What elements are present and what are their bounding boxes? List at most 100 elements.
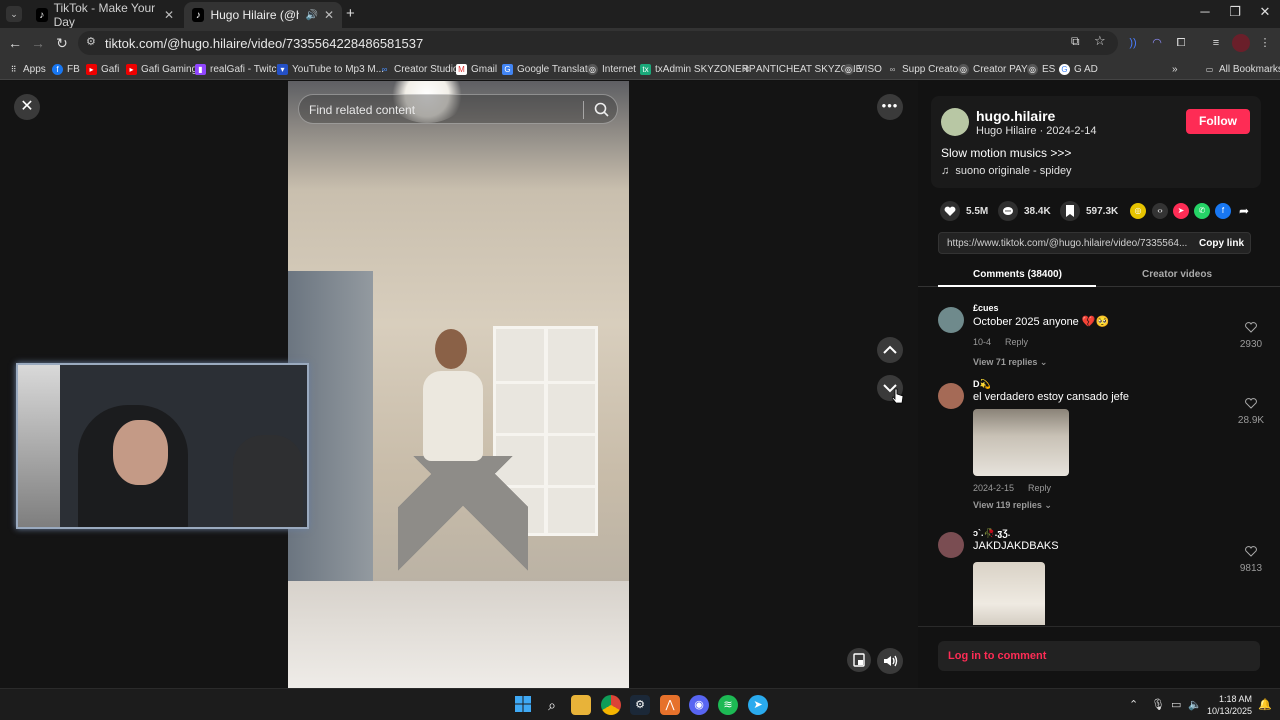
- close-video-button[interactable]: ✕: [14, 94, 40, 120]
- telegram-icon[interactable]: ➤: [748, 695, 768, 715]
- search-icon[interactable]: [593, 101, 611, 119]
- minimize-button[interactable]: ─: [1190, 4, 1220, 24]
- install-app-icon[interactable]: ⧉: [1071, 34, 1080, 49]
- view-replies-button[interactable]: View 71 replies ⌄: [973, 357, 1047, 368]
- bookmark-gafi-gaming[interactable]: ▸ Gafi Gaming: [126, 61, 197, 77]
- send-share-icon[interactable]: ➤: [1173, 203, 1189, 219]
- copy-link-button[interactable]: Copy link: [1199, 238, 1244, 249]
- notification-bell-icon[interactable]: 🔔: [1258, 698, 1272, 711]
- creator-avatar[interactable]: [941, 108, 969, 136]
- discord-icon[interactable]: ◉: [689, 695, 709, 715]
- reading-list-icon[interactable]: ≡: [1207, 34, 1225, 52]
- tab-tiktok-home[interactable]: ♪ TikTok - Make Your Day ✕: [28, 1, 182, 29]
- volume-icon[interactable]: 🔈: [1188, 698, 1202, 711]
- menu-dots-icon[interactable]: ⋮: [1256, 34, 1274, 52]
- bookmark-gmail[interactable]: M Gmail: [456, 61, 497, 77]
- sound-link[interactable]: ♫ suono originale - spidey: [941, 165, 1072, 177]
- file-explorer-icon[interactable]: [571, 695, 591, 715]
- tab-comments[interactable]: Comments (38400): [973, 269, 1062, 280]
- network-icon[interactable]: ▭: [1171, 698, 1181, 711]
- bookmark-google-translate[interactable]: G Google Translate: [502, 61, 593, 77]
- related-search-box[interactable]: Find related content: [298, 94, 618, 124]
- bookmark-gafi[interactable]: ▸ Gafi: [86, 61, 119, 77]
- search-icon[interactable]: ⌕: [542, 695, 562, 715]
- reply-button[interactable]: Reply: [1028, 483, 1051, 493]
- embed-code-icon[interactable]: ‹›: [1152, 203, 1168, 219]
- comment-like[interactable]: 9813: [1236, 544, 1266, 574]
- bookmark-fb[interactable]: f FB: [52, 61, 80, 77]
- follow-button[interactable]: Follow: [1186, 109, 1250, 134]
- bookmark-es[interactable]: ◎ ES: [1027, 61, 1055, 77]
- login-to-comment-box[interactable]: Log in to comment: [938, 641, 1260, 671]
- bookmark-creator-studio[interactable]: ∞ Creator Studio: [379, 61, 459, 77]
- login-to-comment-link[interactable]: Log in to comment: [948, 650, 1046, 662]
- tray-overflow-chevron-icon[interactable]: ⌃: [1129, 698, 1138, 711]
- extensions-puzzle-icon[interactable]: ⧠: [1172, 34, 1190, 52]
- commenter-avatar[interactable]: [938, 307, 964, 333]
- speaker-icon[interactable]: 🔊: [305, 10, 317, 21]
- chrome-icon[interactable]: [601, 695, 621, 715]
- extension-icon[interactable]: )): [1124, 34, 1142, 52]
- tab-hugo-hilaire[interactable]: ♪ Hugo Hilaire (@hugo.hilaire 🔊 ✕: [184, 2, 342, 28]
- steam-icon[interactable]: ⚙: [630, 695, 650, 715]
- picture-in-picture-button[interactable]: [847, 648, 871, 672]
- facebook-share-icon[interactable]: f: [1215, 203, 1231, 219]
- close-icon[interactable]: ✕: [164, 8, 174, 22]
- reload-button[interactable]: ↻: [52, 33, 72, 53]
- spotify-icon[interactable]: ≋: [718, 695, 738, 715]
- coin-share-icon[interactable]: ◎: [1130, 203, 1146, 219]
- bookmark-apps[interactable]: ⠿ Apps: [8, 61, 46, 77]
- address-bar[interactable]: ⚙ tiktok.com/@hugo.hilaire/video/7335564…: [78, 31, 1118, 55]
- bookmark-twitch[interactable]: ▮ realGafi - Twitch: [195, 61, 282, 77]
- volume-button[interactable]: [877, 648, 903, 674]
- window-close-button[interactable]: ✕: [1250, 4, 1280, 24]
- comment-like[interactable]: 2930: [1236, 320, 1266, 350]
- close-icon[interactable]: ✕: [324, 8, 334, 22]
- more-options-button[interactable]: •••: [877, 94, 903, 120]
- bookmark-viso[interactable]: ◎ VISO: [843, 61, 882, 77]
- bookmark-youtube-mp3[interactable]: ▾ YouTube to Mp3 M...: [277, 61, 384, 77]
- commenter-name[interactable]: D💫: [973, 379, 991, 390]
- commenter-name[interactable]: ↄ`.🥀.ჳƷ.: [973, 528, 1010, 539]
- bookmark-creator-pay[interactable]: ◎ Creator PAY: [958, 61, 1028, 77]
- bookmarks-overflow-chevron[interactable]: »: [1172, 61, 1178, 77]
- whatsapp-icon[interactable]: ✆: [1194, 203, 1210, 219]
- video-player[interactable]: Find related content: [288, 81, 629, 688]
- previous-video-button[interactable]: [877, 337, 903, 363]
- comment-image[interactable]: [973, 409, 1069, 476]
- comment-like[interactable]: 28.9K: [1236, 396, 1266, 426]
- creator-username[interactable]: hugo.hilaire: [976, 108, 1055, 124]
- extension-icon[interactable]: ◠: [1148, 34, 1166, 52]
- profile-avatar[interactable]: [1232, 34, 1250, 52]
- bookmark-supp-creator[interactable]: ∞ Supp Creator: [887, 61, 962, 77]
- restore-button[interactable]: ❐: [1220, 4, 1250, 24]
- system-clock[interactable]: 1:18 AM 10/13/2025: [1206, 693, 1252, 717]
- url-text[interactable]: tiktok.com/@hugo.hilaire/video/733556422…: [105, 36, 423, 51]
- search-placeholder[interactable]: Find related content: [309, 103, 415, 117]
- share-arrow-icon[interactable]: ➦: [1236, 203, 1252, 219]
- tab-search-button[interactable]: ⌄: [6, 6, 22, 22]
- all-bookmarks[interactable]: ▭ All Bookmarks: [1204, 61, 1280, 77]
- new-tab-button[interactable]: +: [346, 5, 355, 22]
- comment-image[interactable]: [973, 562, 1045, 625]
- save-stat[interactable]: 597.3K: [1060, 201, 1118, 221]
- app-icon[interactable]: ⋀: [660, 695, 680, 715]
- forward-button[interactable]: →: [28, 33, 48, 53]
- bookmark-txadmin[interactable]: tx txAdmin SKYZONERP: [640, 61, 756, 77]
- video-link-text: https://www.tiktok.com/@hugo.hilaire/vid…: [947, 238, 1187, 249]
- bookmark-internet[interactable]: ◎ Internet: [587, 61, 636, 77]
- reply-button[interactable]: Reply: [1005, 337, 1028, 347]
- microphone-icon[interactable]: 🎙: [1151, 698, 1165, 711]
- tab-creator-videos[interactable]: Creator videos: [1142, 269, 1212, 280]
- bookmark-star-icon[interactable]: ☆: [1094, 33, 1106, 49]
- commenter-avatar[interactable]: [938, 383, 964, 409]
- view-replies-button[interactable]: View 119 replies ⌄: [973, 500, 1052, 511]
- like-stat[interactable]: 5.5M: [940, 201, 988, 221]
- windows-start-icon[interactable]: [513, 695, 533, 715]
- back-button[interactable]: ←: [5, 33, 25, 53]
- commenter-name[interactable]: £cues: [973, 303, 999, 313]
- comment-stat[interactable]: 38.4K: [998, 201, 1051, 221]
- bookmark-g-ad[interactable]: GG AD: [1059, 61, 1098, 77]
- commenter-avatar[interactable]: [938, 532, 964, 558]
- site-info-icon[interactable]: ⚙: [86, 35, 96, 48]
